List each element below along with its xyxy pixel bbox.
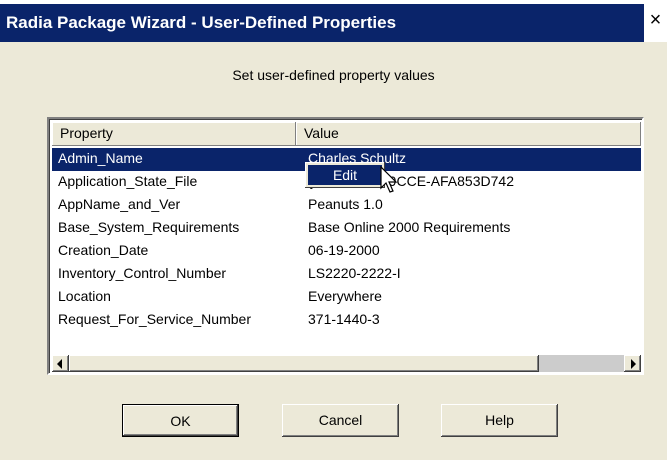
properties-list[interactable]: Property Value Admin_Name Charles Schult… (47, 117, 644, 375)
help-button[interactable]: Help (441, 404, 558, 437)
context-menu: Edit (305, 162, 385, 188)
list-row[interactable]: Creation_Date 06-19-2000 (52, 240, 641, 263)
property-value: Base Online 2000 Requirements (308, 219, 511, 235)
column-header-value[interactable]: Value (296, 122, 641, 146)
property-value: Peanuts 1.0 (308, 196, 383, 212)
property-value: 371-1440-3 (308, 311, 380, 327)
title-bar-fill: Radia Package Wizard - User-Defined Prop… (0, 4, 644, 42)
scrollbar-thumb[interactable] (69, 355, 539, 372)
scroll-right-button[interactable] (624, 355, 641, 372)
property-name: AppName_and_Ver (58, 196, 181, 212)
property-value: Everywhere (308, 288, 382, 304)
horizontal-scrollbar[interactable] (52, 355, 641, 372)
property-name: Admin_Name (58, 150, 143, 166)
property-value: LS2220-2222-I (308, 265, 401, 281)
close-icon[interactable]: × (645, 10, 666, 31)
arrow-right-icon (631, 359, 636, 369)
ok-button[interactable]: OK (122, 404, 239, 437)
scrollbar-track[interactable] (539, 355, 624, 372)
list-row[interactable]: Base_System_Requirements Base Online 200… (52, 217, 641, 240)
mouse-cursor-icon (380, 166, 398, 193)
property-name: Base_System_Requirements (58, 219, 240, 235)
title-bar[interactable]: Radia Package Wizard - User-Defined Prop… (0, 0, 667, 42)
property-name: Location (58, 288, 111, 304)
property-name: Inventory_Control_Number (58, 265, 227, 281)
scroll-left-button[interactable] (52, 355, 69, 372)
window-title: Radia Package Wizard - User-Defined Prop… (6, 13, 397, 32)
list-row[interactable]: Location Everywhere (52, 286, 641, 309)
list-row[interactable]: Inventory_Control_Number LS2220-2222-I (52, 263, 641, 286)
dialog-window: Radia Package Wizard - User-Defined Prop… (0, 0, 667, 460)
cancel-button[interactable]: Cancel (282, 404, 399, 437)
list-header: Property Value (52, 122, 641, 146)
property-name: Application_State_File (58, 173, 198, 189)
property-value: 06-19-2000 (308, 242, 380, 258)
arrow-left-icon (57, 359, 62, 369)
property-name: Creation_Date (58, 242, 149, 258)
list-row[interactable]: AppName_and_Ver Peanuts 1.0 (52, 194, 641, 217)
property-name: Request_For_Service_Number (58, 311, 251, 327)
column-header-property[interactable]: Property (52, 122, 296, 146)
list-row[interactable]: Request_For_Service_Number 371-1440-3 (52, 309, 641, 332)
dialog-subtitle: Set user-defined property values (232, 67, 435, 83)
context-menu-edit[interactable]: Edit (308, 165, 382, 185)
